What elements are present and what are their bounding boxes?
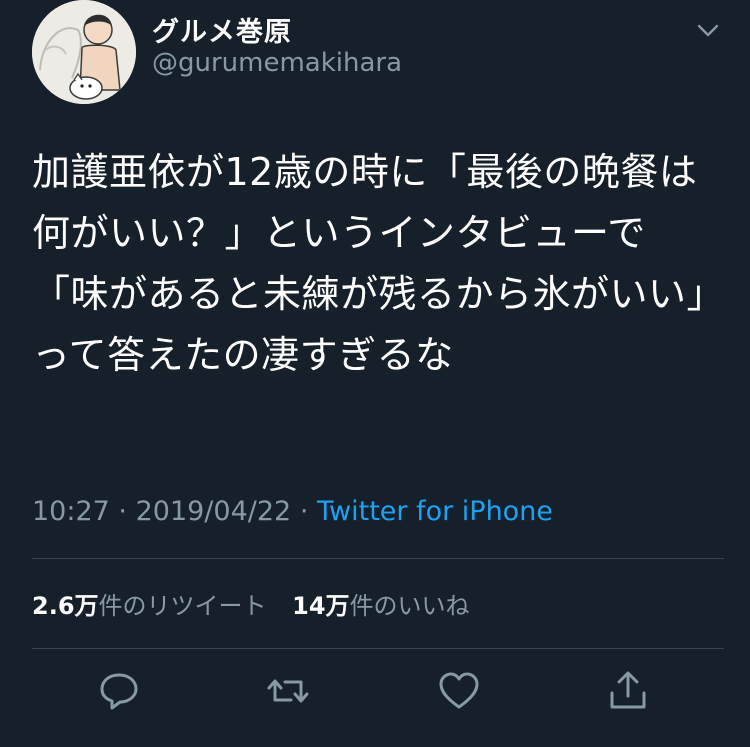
tweet-meta: 10:27 · 2019/04/22 · Twitter for iPhone [32,496,553,527]
display-name[interactable]: グルメ巻原 [152,10,292,49]
avatar[interactable] [32,0,136,104]
reply-icon[interactable] [96,668,142,714]
heart-icon[interactable] [436,668,482,714]
tweet-text: 加護亜依が12歳の時に「最後の晩餐は何がいい？」というインタビューで「味があると… [32,150,707,377]
tweet-source-link[interactable]: Twitter for iPhone [317,496,553,527]
likes-label[interactable]: 件のいいね [350,592,470,620]
share-icon[interactable] [605,668,651,714]
meta-separator: · [299,496,309,527]
divider [32,558,724,559]
action-bar [0,668,750,714]
chevron-down-icon[interactable] [696,20,720,40]
likes-count[interactable]: 14万 [292,592,349,620]
user-handle[interactable]: @gurumemakihara [152,48,402,78]
tweet-time: 10:27 [32,496,110,527]
tweet-stats: 2.6万件のリツイート 14万件のいいね [32,586,488,621]
tweet-detail-screen: グルメ巻原 @gurumemakihara 加護亜依が12歳の時に「最後の晩餐は… [0,0,750,747]
retweets-count[interactable]: 2.6万 [32,592,99,620]
meta-separator: · [118,496,127,527]
retweets-label[interactable]: 件のリツイート [99,592,267,620]
divider [32,648,724,649]
tweet-date: 2019/04/22 [135,496,292,527]
retweet-icon[interactable] [265,668,311,714]
